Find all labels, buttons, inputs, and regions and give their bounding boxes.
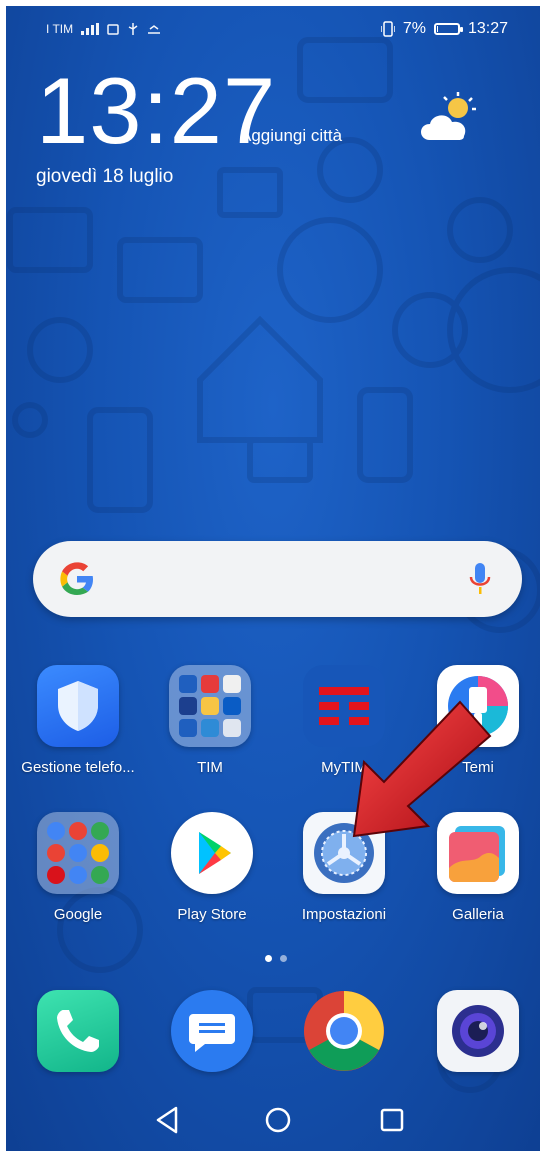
page-dot: [280, 955, 287, 962]
dock-messages[interactable]: [150, 990, 274, 1072]
status-left: I TIM: [46, 22, 161, 36]
battery-fill: [436, 26, 438, 32]
google-search-bar[interactable]: [33, 541, 522, 617]
date-label: giovedì 18 luglio: [36, 166, 174, 187]
status-bar: I TIM 7% 13:27: [0, 14, 546, 50]
mic-icon[interactable]: [468, 561, 492, 597]
app-label: Impostazioni: [301, 906, 387, 923]
signal-icon: [81, 23, 100, 35]
page-dot-active: [265, 955, 272, 962]
app-play-store[interactable]: Play Store: [150, 812, 274, 923]
recents-icon[interactable]: [372, 1100, 412, 1140]
camera-icon: [437, 990, 519, 1072]
app-gestione-telefono[interactable]: Gestione telefo...: [16, 665, 140, 776]
google-folder-icon: [37, 812, 119, 894]
shield-icon: [37, 665, 119, 747]
chrome-icon: [303, 990, 385, 1072]
google-g-icon: [60, 562, 93, 595]
notification-icon: [107, 24, 119, 35]
page-indicator: [265, 955, 287, 962]
home-icon[interactable]: [258, 1100, 298, 1140]
app-label: MyTIM: [321, 759, 367, 776]
app-label: Gestione telefo...: [21, 759, 135, 776]
status-right: 7% 13:27: [380, 20, 508, 38]
carrier-label: I TIM: [46, 22, 74, 36]
home-screen: I TIM 7% 13:27 13:27 Aggiungi città giov…: [0, 0, 546, 1157]
messages-icon: [171, 990, 253, 1072]
app-mytim[interactable]: MyTIM: [282, 665, 406, 776]
battery-icon: [433, 23, 463, 35]
app-label: Galleria: [452, 906, 504, 923]
battery-percent: 7%: [402, 20, 426, 37]
dock-phone[interactable]: [16, 990, 140, 1072]
app-label: Play Store: [177, 906, 247, 923]
folder-icon: [169, 665, 251, 747]
app-temi[interactable]: Temi: [416, 665, 540, 776]
play-store-icon: [171, 812, 253, 894]
app-galleria[interactable]: Galleria: [416, 812, 540, 923]
folder-tim[interactable]: TIM: [148, 665, 272, 776]
settings-icon: [303, 812, 385, 894]
back-icon[interactable]: [148, 1100, 188, 1140]
vibrate-icon: [380, 21, 395, 37]
app-label: Google: [53, 906, 103, 923]
app-impostazioni[interactable]: Impostazioni: [282, 812, 406, 923]
phone-icon: [37, 990, 119, 1072]
add-city-link[interactable]: Aggiungi città: [240, 126, 342, 146]
usb-icon: [128, 23, 138, 35]
app-label: TIM: [197, 759, 223, 776]
gallery-icon: [437, 812, 519, 894]
partly-cloudy-icon[interactable]: [416, 92, 480, 148]
paintbrush-icon: [437, 665, 519, 747]
navigation-bar: [0, 1090, 546, 1156]
folder-google[interactable]: Google: [16, 812, 140, 923]
mytim-icon: [303, 665, 385, 747]
dock-chrome[interactable]: [282, 990, 406, 1072]
dock-camera[interactable]: [416, 990, 540, 1072]
status-time: 13:27: [467, 20, 508, 37]
cast-icon: [148, 25, 161, 34]
app-label: Temi: [462, 759, 494, 776]
